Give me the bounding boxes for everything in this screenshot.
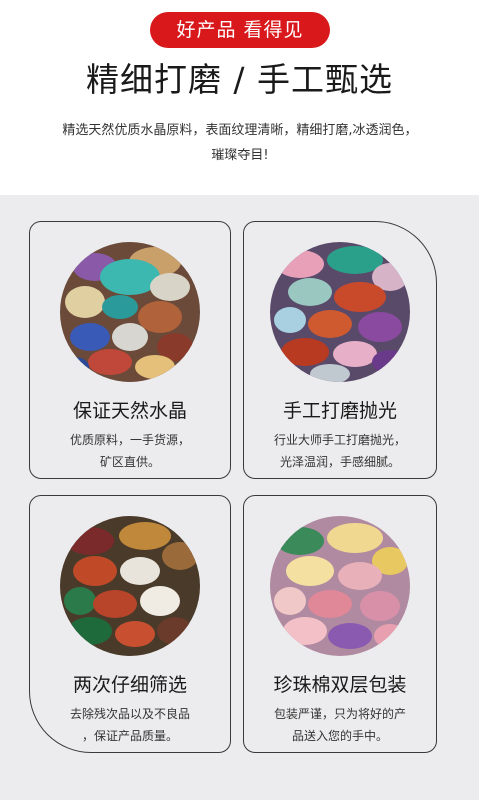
crystal-chips-image [60,516,200,656]
crystal-chips-photo [60,242,200,382]
card-description: 去除残次品以及不良品 ，保证产品质量。 [44,703,216,747]
crystal-chips-photo [60,516,200,656]
crystal-chips-photo [270,242,410,382]
top-section: 好产品 看得见 精细打磨 / 手工甄选 精选天然优质水晶原料，表面纹理清晰，精细… [0,0,479,195]
card-description-line: 去除残次品以及不良品 [69,707,190,721]
card-title: 珍珠棉双层包装 [273,674,407,696]
crystal-chips-photo [270,516,410,656]
crystal-chips-image [270,516,410,656]
slogan-badge: 好产品 看得见 [150,12,330,48]
card-description: 行业大师手工打磨抛光， 光泽温润，手感细腻。 [258,429,422,473]
feature-card-double-screening: 两次仔细筛选 去除残次品以及不良品 ，保证产品质量。 [29,495,231,753]
card-description-line: 优质原料，一手货源， [69,433,190,447]
crystal-chips-image [270,242,410,382]
card-description-line: 行业大师手工打磨抛光， [273,433,406,447]
card-description: 优质原料，一手货源， 矿区直供。 [44,429,216,473]
page-headline: 精细打磨 / 手工甄选 [85,60,394,99]
feature-card-double-packaging: 珍珠棉双层包装 包装严谨，只为将好的产 品送入您的手中。 [243,495,437,753]
card-description-line: ，保证产品质量。 [81,729,178,743]
feature-card-natural-crystal: 保证天然水晶 优质原料，一手货源， 矿区直供。 [29,221,231,479]
card-description-line: 光泽温润，手感细腻。 [279,455,400,469]
card-description: 包装严谨，只为将好的产 品送入您的手中。 [258,703,422,747]
crystal-chips-image [60,242,200,382]
card-description-line: 包装严谨，只为将好的产 [273,707,406,721]
card-title: 两次仔细筛选 [72,674,187,696]
product-description: 精选天然优质水晶原料，表面纹理清晰，精细打磨,冰透润色，璀璨夺目! [62,123,418,163]
card-description-line: 矿区直供。 [99,455,160,469]
card-title: 手工打磨抛光 [282,400,397,422]
card-title: 保证天然水晶 [72,400,187,422]
card-description-line: 品送入您的手中。 [291,729,388,743]
feature-card-hand-polished: 手工打磨抛光 行业大师手工打磨抛光， 光泽温润，手感细腻。 [243,221,437,479]
